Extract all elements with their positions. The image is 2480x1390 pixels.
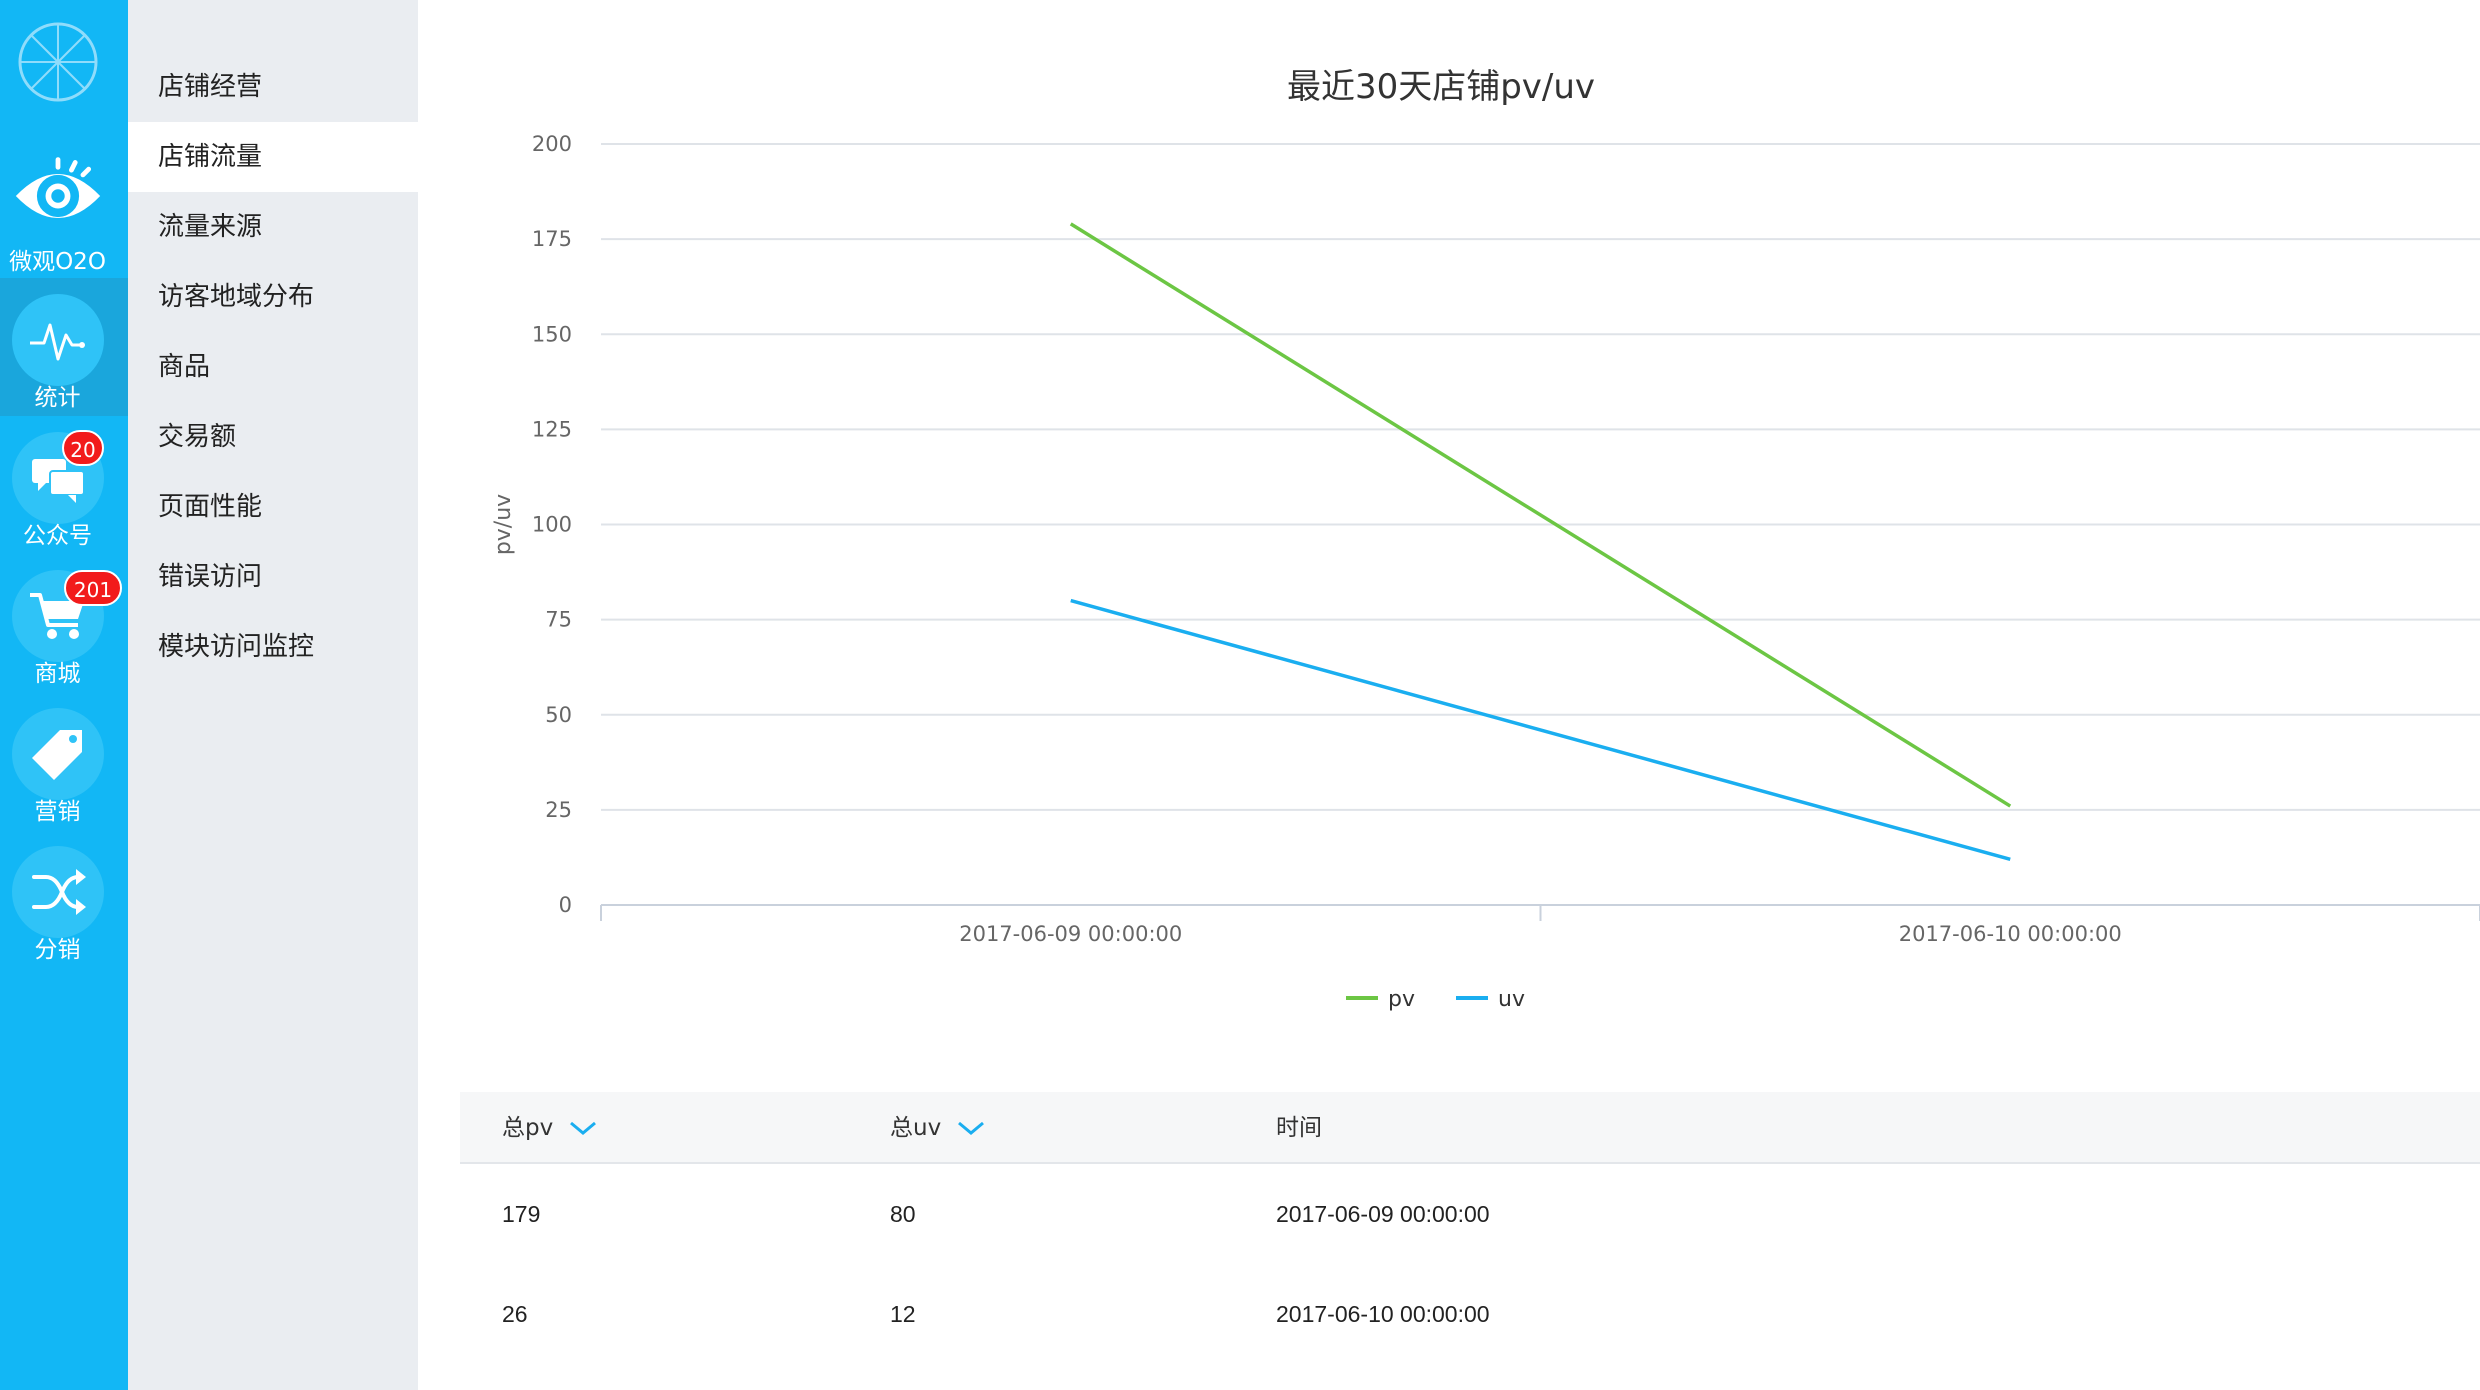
cell-time: 2017-06-09 00:00:00 bbox=[1276, 1201, 1490, 1227]
column-header-time: 时间 bbox=[1276, 1115, 1322, 1141]
y-tick-label: 0 bbox=[559, 893, 572, 917]
menu-item-visitor-region[interactable]: 访客地域分布 bbox=[128, 262, 418, 332]
rail-item-distribution[interactable]: 分销 bbox=[0, 830, 128, 968]
y-tick-label: 150 bbox=[532, 322, 572, 346]
pulse-icon bbox=[12, 294, 104, 386]
y-tick-label: 200 bbox=[532, 132, 572, 156]
rail-item-label: 营销 bbox=[34, 799, 81, 825]
chart-canvas: 最近30天店铺pv/uv 0 25 50 75 100 125 150 175 200 pv/uv 2… bbox=[491, 67, 2480, 1012]
rail-item-label: 微观O2O bbox=[9, 249, 106, 275]
shuffle-icon bbox=[12, 846, 104, 938]
table-header: 总pv 总uv 时间 bbox=[460, 1092, 2480, 1164]
column-header-total-uv: 总uv bbox=[890, 1115, 942, 1141]
order-badge: 201 bbox=[64, 570, 122, 606]
menu-item-traffic-source[interactable]: 流量来源 bbox=[128, 192, 418, 262]
legend-label-pv: pv bbox=[1388, 987, 1415, 1012]
cell-total-pv: 26 bbox=[502, 1301, 528, 1327]
column-header-total-pv: 总pv bbox=[502, 1115, 554, 1141]
y-tick-label: 125 bbox=[532, 417, 572, 441]
app-nav-rail: 微观O2O 统计 20 公众号 201 商城 营销 分销 bbox=[0, 0, 128, 1390]
x-tick-label: 2017-06-09 00:00:00 bbox=[959, 922, 1182, 946]
rail-item-label: 分销 bbox=[34, 937, 81, 963]
menu-item-shop-traffic[interactable]: 店铺流量 bbox=[128, 122, 418, 192]
rail-item-mall[interactable]: 201 商城 bbox=[0, 554, 128, 692]
rail-item-marketing[interactable]: 营销 bbox=[0, 692, 128, 830]
cell-total-pv: 179 bbox=[502, 1201, 541, 1227]
series-line-pv bbox=[1069, 222, 2012, 808]
table-row: 179 80 2017-06-09 00:00:00 bbox=[460, 1164, 2480, 1264]
secondary-menu: 店铺经营 店铺流量 流量来源 访客地域分布 商品 交易额 页面性能 错误访问 模… bbox=[128, 0, 418, 1390]
rail-item-statistics[interactable]: 统计 bbox=[0, 278, 128, 416]
menu-item-goods[interactable]: 商品 bbox=[128, 332, 418, 402]
cell-time: 2017-06-10 00:00:00 bbox=[1276, 1301, 1490, 1327]
y-axis-title: pv/uv bbox=[491, 494, 516, 555]
eye-icon bbox=[12, 150, 104, 242]
tag-icon bbox=[12, 708, 104, 800]
y-tick-label: 175 bbox=[532, 227, 572, 251]
pv-uv-table: 总pv 总uv 时间 179 80 2017-06-09 00:00:00 26… bbox=[460, 1092, 2480, 1364]
table-body: 179 80 2017-06-09 00:00:00 26 12 2017-06… bbox=[460, 1164, 2480, 1364]
y-tick-label: 25 bbox=[545, 798, 572, 822]
x-tick-label: 2017-06-10 00:00:00 bbox=[1899, 922, 2122, 946]
sort-pv-chevron-down-icon[interactable] bbox=[568, 1118, 598, 1138]
menu-item-error-access[interactable]: 错误访问 bbox=[128, 542, 418, 612]
cell-total-uv: 80 bbox=[890, 1201, 916, 1227]
rail-item-label: 公众号 bbox=[23, 523, 92, 549]
series-line-uv bbox=[1070, 598, 2011, 862]
rail-item-official-account[interactable]: 20 公众号 bbox=[0, 416, 128, 554]
y-tick-label: 50 bbox=[545, 703, 572, 727]
menu-item-module-monitor[interactable]: 模块访问监控 bbox=[128, 612, 418, 682]
menu-item-page-performance[interactable]: 页面性能 bbox=[128, 472, 418, 542]
table-row: 26 12 2017-06-10 00:00:00 bbox=[460, 1264, 2480, 1364]
rail-item-weiguan[interactable]: 微观O2O bbox=[0, 140, 128, 278]
legend-label-uv: uv bbox=[1498, 987, 1525, 1012]
menu-item-transactions[interactable]: 交易额 bbox=[128, 402, 418, 472]
rail-item-label: 商城 bbox=[34, 661, 81, 687]
rail-item-label: 统计 bbox=[34, 385, 81, 411]
menu-item-shop-operation[interactable]: 店铺经营 bbox=[128, 52, 418, 122]
logo-icon bbox=[18, 22, 98, 102]
y-tick-label: 100 bbox=[532, 513, 572, 537]
unread-badge: 20 bbox=[62, 430, 104, 466]
pv-uv-chart: 最近30天店铺pv/uv 0 25 50 75 100 125 150 175 200 pv/uv 2… bbox=[418, 0, 2480, 1060]
sort-uv-chevron-down-icon[interactable] bbox=[956, 1118, 986, 1138]
cell-total-uv: 12 bbox=[890, 1301, 916, 1327]
y-tick-label: 75 bbox=[545, 608, 572, 632]
chart-title: 最近30天店铺pv/uv bbox=[1287, 67, 1595, 107]
